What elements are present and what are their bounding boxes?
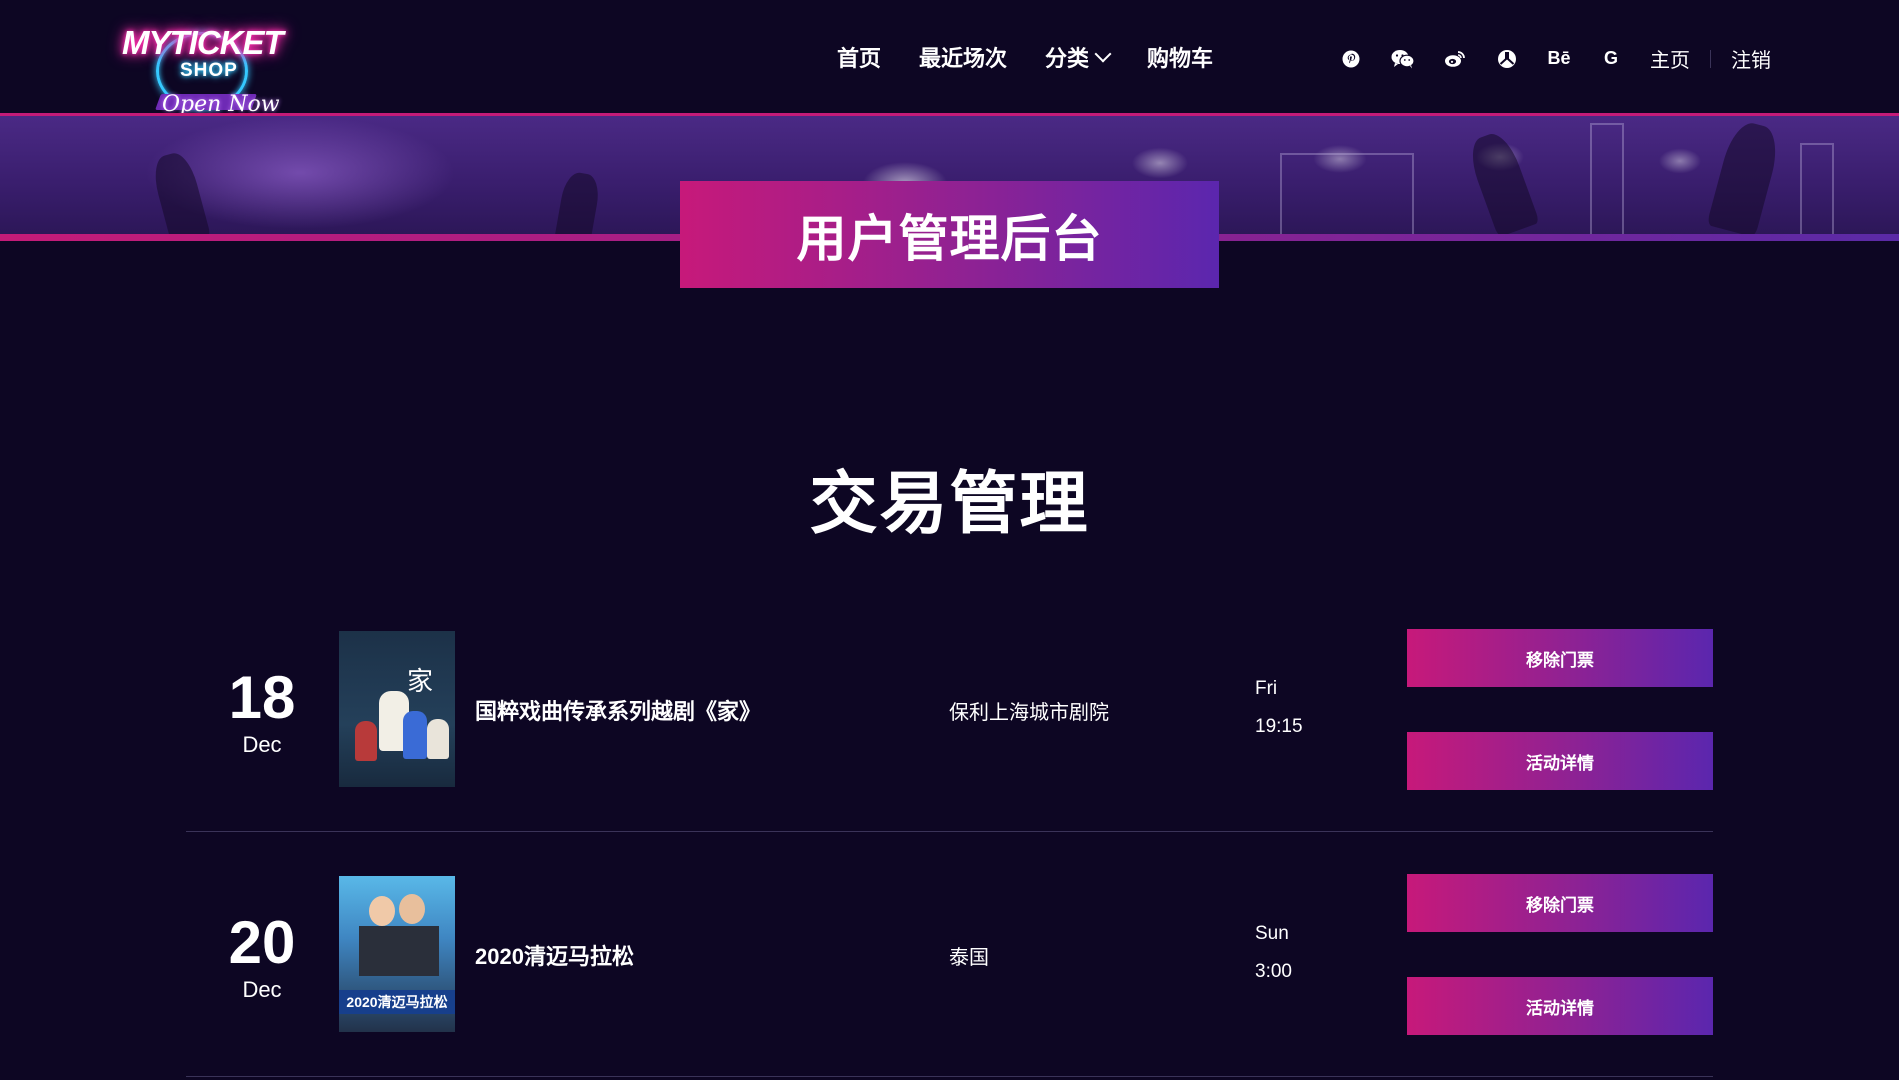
link-divider [1710,49,1711,68]
event-name[interactable]: 2020清迈马拉松 [475,939,634,971]
logout-link[interactable]: 注销 [1731,44,1771,73]
event-day: 18 [228,664,296,731]
table-row: 18 Dec 家 国粹戏曲传承系列越剧《家》 保利上海城市剧院 Fri 19:1… [186,626,1713,871]
nav-item-label: 购物车 [1147,46,1214,71]
row-divider [186,831,1713,832]
behance-icon[interactable]: Bē [1546,46,1572,72]
thumbnail-title: 家 [407,667,434,697]
crowd-hand [1464,128,1540,238]
event-time: Fri 19:15 [1255,670,1303,746]
nav-item-label: 首页 [837,46,882,71]
row-divider [186,1076,1713,1077]
thumbnail-figure [355,721,377,761]
nav-item-label: 最近场次 [919,46,1008,71]
event-date: 20 Dec [186,913,338,1003]
nav-item-label: 分类 [1045,46,1090,71]
event-hour: 3:00 [1255,961,1292,982]
stage-truss [1800,143,1834,237]
nav-item-recent[interactable]: 最近场次 [919,42,1007,72]
weibo-icon[interactable] [1442,46,1468,72]
renren-icon[interactable] [1494,46,1520,72]
wechat-icon[interactable] [1390,46,1416,72]
main-nav: 首页 最近场次 分类 购物车 [837,42,1251,72]
event-thumbnail[interactable]: 2020清迈马拉松 [339,876,455,1032]
page-title: 用户管理后台 [796,210,1103,267]
site-header: MYTICKET SHOP Open Now 首页 最近场次 分类 购物车 Bē… [0,0,1899,117]
chevron-down-icon [1094,45,1112,63]
page-title-box: 用户管理后台 [680,181,1219,288]
event-name[interactable]: 国粹戏曲传承系列越剧《家》 [475,694,761,726]
event-hour: 19:15 [1255,716,1303,737]
nav-item-home[interactable]: 首页 [837,42,881,72]
pinterest-icon[interactable] [1338,46,1364,72]
thumbnail-figure [359,926,439,976]
event-date: 18 Dec [186,668,338,758]
event-weekday: Sun [1255,923,1289,944]
banner-top-line [0,113,1899,116]
stage-truss [1590,123,1624,237]
remove-ticket-button[interactable]: 移除门票 [1407,874,1713,932]
page: MYTICKET SHOP Open Now 首页 最近场次 分类 购物车 Bē… [0,0,1899,1080]
event-weekday: Fri [1255,678,1278,699]
thumbnail-figure [399,894,425,924]
crowd-hand [149,149,211,239]
table-row: 20 Dec 2020清迈马拉松 2020清迈马拉松 泰国 Sun 3:00 移… [186,871,1713,1080]
thumbnail-figure [403,711,427,759]
nav-item-category[interactable]: 分类 [1045,42,1112,72]
logo-brand-text: MYTICKET [122,24,284,61]
event-month: Dec [242,977,282,1002]
event-venue: 保利上海城市剧院 [949,702,1109,724]
event-time: Sun 3:00 [1255,915,1292,991]
stage-screen [1280,153,1414,237]
event-details-button[interactable]: 活动详情 [1407,732,1713,790]
home-link[interactable]: 主页 [1650,44,1690,73]
event-month: Dec [242,732,282,757]
site-logo[interactable]: MYTICKET SHOP Open Now [118,8,293,120]
social-links: Bē G 主页 注销 [1338,44,1771,73]
event-day: 20 [228,909,296,976]
google-icon[interactable]: G [1598,46,1624,72]
thumbnail-figure [369,896,395,926]
section-title: 交易管理 [809,466,1090,542]
crowd-hand [1706,118,1784,238]
event-venue: 泰国 [949,947,989,969]
thumbnail-figure [427,719,449,759]
nav-item-cart[interactable]: 购物车 [1147,42,1213,72]
event-thumbnail[interactable]: 家 [339,631,455,787]
crowd-hand [554,170,602,239]
event-details-button[interactable]: 活动详情 [1407,977,1713,1035]
logo-shop-text: SHOP [180,60,238,81]
thumbnail-title: 2020清迈马拉松 [339,990,455,1014]
remove-ticket-button[interactable]: 移除门票 [1407,629,1713,687]
